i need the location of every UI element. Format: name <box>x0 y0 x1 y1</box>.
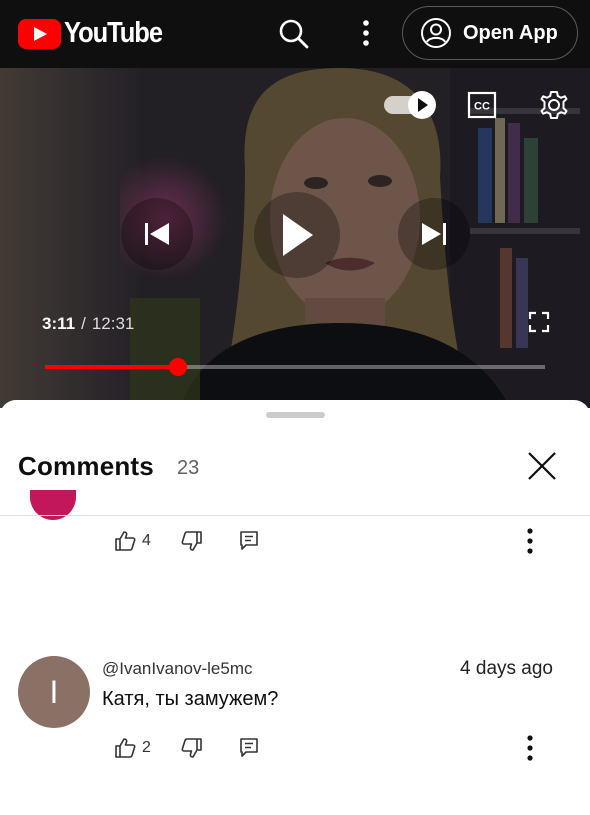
reply-comment-icon <box>240 738 258 757</box>
autoplay-toggle-icon[interactable] <box>384 90 438 120</box>
next-button[interactable] <box>398 198 470 270</box>
avatar[interactable]: I <box>18 656 90 728</box>
avatar-letter: I <box>49 673 59 710</box>
thumb-up-icon <box>115 531 136 551</box>
current-time: 3:11 <box>42 314 76 333</box>
scrubber-handle[interactable] <box>168 358 187 376</box>
top-app-bar: YouTube Open App <box>0 0 590 68</box>
like-button[interactable]: 4 <box>114 530 151 552</box>
captions-icon[interactable]: CC <box>467 90 497 120</box>
open-app-button[interactable]: Open App <box>402 6 578 60</box>
comments-count: 23 <box>177 457 200 479</box>
progress-bar[interactable] <box>45 358 545 376</box>
search-icon[interactable] <box>276 16 312 52</box>
account-circle-icon <box>421 18 451 48</box>
time-separator: / <box>81 314 86 333</box>
reply-comment-icon <box>240 531 258 550</box>
open-app-label: Open App <box>463 21 558 44</box>
duration: 12:31 <box>91 314 135 333</box>
comment-text: Катя, ты замужем? <box>102 688 279 710</box>
comments-title: Comments <box>18 451 154 481</box>
comments-panel: Comments 23 4 I @IvanIvanov-le5mc 4 days… <box>0 400 590 815</box>
comment-more-icon[interactable] <box>518 733 542 763</box>
fullscreen-icon[interactable] <box>527 310 551 334</box>
reply-button[interactable] <box>239 737 259 759</box>
comment-actions: 2 <box>114 737 259 759</box>
dislike-button[interactable] <box>181 737 203 759</box>
youtube-logo[interactable]: YouTube <box>18 17 175 50</box>
progress-fill <box>45 365 178 369</box>
time-display: 3:11 / 12:31 <box>42 314 134 334</box>
previous-button[interactable] <box>121 198 193 270</box>
more-vertical-icon[interactable] <box>354 16 378 52</box>
like-count: 4 <box>142 532 151 549</box>
comment-actions: 4 <box>114 530 259 552</box>
play-icon <box>283 214 313 256</box>
close-icon[interactable] <box>524 448 560 484</box>
dislike-button[interactable] <box>181 530 203 552</box>
thumb-down-icon <box>181 738 202 758</box>
video-player[interactable]: CC 3:11 / 12:31 <box>0 68 590 408</box>
drag-handle[interactable] <box>266 412 325 418</box>
next-icon <box>422 223 446 245</box>
comment-time: 4 days ago <box>460 658 553 679</box>
svg-text:CC: CC <box>474 101 490 113</box>
logo-text: YouTube <box>64 17 163 49</box>
settings-gear-icon[interactable] <box>538 89 570 121</box>
thumb-down-icon <box>181 531 202 551</box>
like-count: 2 <box>142 739 151 756</box>
thumb-up-icon <box>115 738 136 758</box>
play-button[interactable] <box>254 192 340 278</box>
reply-button[interactable] <box>239 530 259 552</box>
comments-list: 4 I @IvanIvanov-le5mc 4 days ago Катя, т… <box>0 516 590 815</box>
previous-icon <box>145 223 169 245</box>
youtube-play-logo-icon <box>18 18 61 49</box>
comment-author[interactable]: @IvanIvanov-le5mc <box>102 659 253 679</box>
comment-more-icon[interactable] <box>518 526 542 556</box>
like-button[interactable]: 2 <box>114 737 151 759</box>
